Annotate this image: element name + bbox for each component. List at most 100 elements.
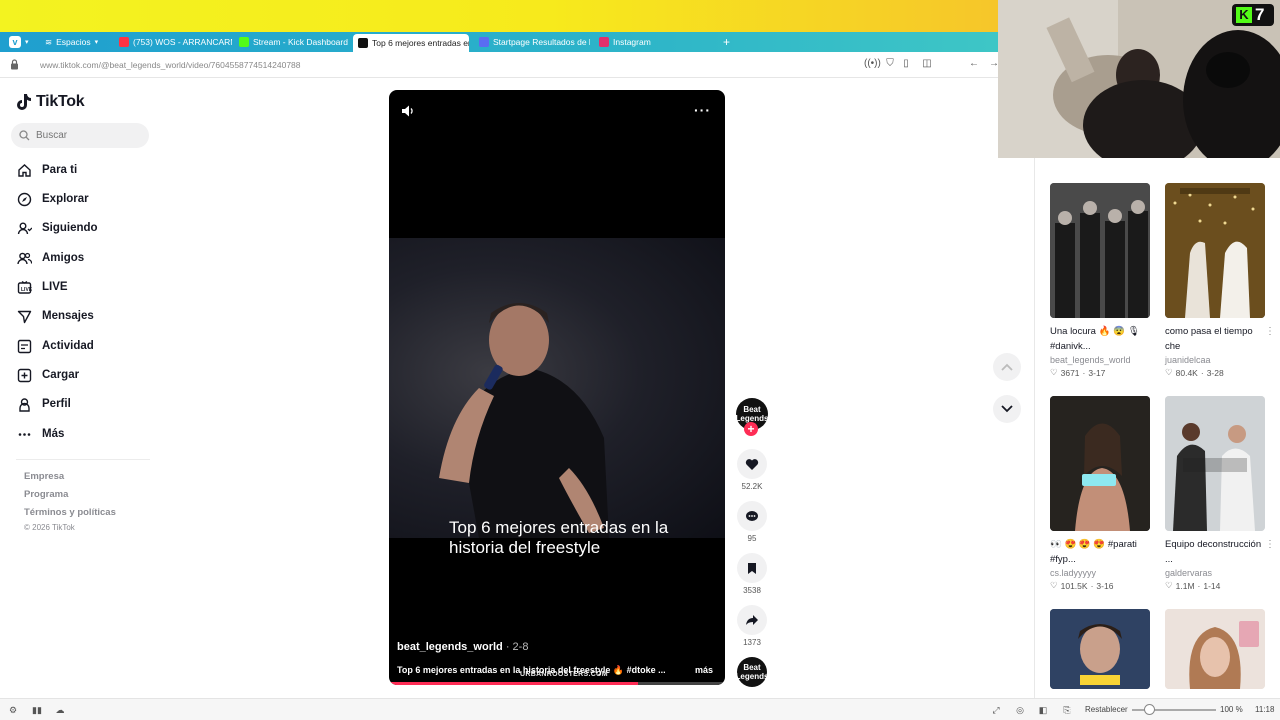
share-button[interactable] — [737, 605, 767, 635]
new-tab-button[interactable]: + — [718, 33, 735, 51]
zoom-slider-handle[interactable] — [1144, 704, 1155, 715]
search-input[interactable] — [36, 130, 136, 141]
sidebar-item-mas[interactable]: Más — [16, 424, 64, 444]
video-progress-bar[interactable] — [389, 682, 725, 685]
browser-status-bar: ⚙ ▮▮ ☁ ⤢ ◎ ◧ ⎘ Restablecer 100 % 11:18 — [0, 698, 1280, 720]
tiktok-note-icon — [17, 94, 31, 110]
capture-icon[interactable]: ⤢ — [990, 704, 1002, 716]
panel-icon[interactable]: ◫ — [921, 58, 933, 70]
card-likes: 1.1M — [1175, 580, 1195, 591]
following-icon — [16, 220, 32, 236]
svg-text:LIVE: LIVE — [21, 287, 32, 293]
sidebar-item-label: Actividad — [42, 340, 94, 352]
panel-divider — [1034, 158, 1035, 698]
card-title: Equipo deconstrucción ... — [1165, 539, 1262, 565]
like-button[interactable] — [737, 449, 767, 479]
save-count: 3538 — [743, 586, 761, 595]
author-name: beat_legends_world — [397, 641, 503, 653]
video-card[interactable]: Equipo deconstrucción ... galdervaras ♡ 1… — [1165, 396, 1275, 591]
comment-action[interactable]: 95 — [735, 501, 769, 543]
card-username[interactable]: juanidelcaa — [1165, 355, 1265, 365]
video-author[interactable]: beat_legends_world · 2-8 — [397, 641, 528, 653]
sidebar-item-amigos[interactable]: Amigos — [16, 248, 84, 268]
sidebar-item-cargar[interactable]: Cargar — [16, 365, 79, 385]
sidebar-item-label: Mensajes — [42, 310, 94, 322]
kick-viewer-badge: K 7 — [1232, 4, 1274, 26]
video-card[interactable]: como pasa el tiempo che juanidelcaa ♡ 80.… — [1165, 183, 1275, 378]
tab-instagram[interactable]: Instagram — [594, 33, 710, 51]
camera-icon[interactable]: ◎ — [1014, 704, 1026, 716]
shield-icon[interactable]: ⛉ — [884, 58, 896, 70]
video-thumbnail[interactable] — [1165, 183, 1265, 318]
card-title: Una locura 🔥 😨 🎙 #danivk... — [1050, 326, 1140, 352]
video-thumbnail[interactable] — [1050, 396, 1150, 531]
sidebar-item-siguiendo[interactable]: Siguiendo — [16, 218, 98, 238]
card-options-button[interactable]: ⋮ — [1265, 326, 1275, 337]
vivaldi-menu-button[interactable]: v ▾ — [4, 33, 34, 51]
card-date: 3-17 — [1088, 367, 1106, 378]
video-card[interactable] — [1050, 609, 1150, 689]
zoom-reset-button[interactable]: Restablecer — [1085, 705, 1128, 714]
comment-button[interactable] — [737, 501, 767, 531]
video-caption-overlay: Top 6 mejores entradas en la historia de… — [449, 518, 669, 557]
sidebar-item-actividad[interactable]: Actividad — [16, 336, 94, 356]
footer-link-empresa[interactable]: Empresa — [24, 471, 64, 482]
heart-outline-icon: ♡ — [1050, 367, 1058, 377]
save-button[interactable] — [737, 553, 767, 583]
video-card[interactable] — [1165, 609, 1265, 689]
video-player[interactable]: ··· Top 6 mejores entradas en la histori… — [389, 90, 725, 685]
video-thumbnail[interactable] — [1050, 183, 1150, 318]
share-action[interactable]: 1373 — [735, 605, 769, 647]
card-username[interactable]: beat_legends_world — [1050, 355, 1150, 365]
tab-kick-dashboard[interactable]: Stream - Kick Dashboard — [234, 33, 350, 51]
tab-startpage[interactable]: Startpage Resultados de b — [474, 33, 590, 51]
search-box[interactable] — [11, 123, 149, 148]
startpage-favicon-icon — [479, 37, 489, 47]
copyright: © 2026 TikTok — [24, 523, 75, 532]
save-action[interactable]: 3538 — [735, 553, 769, 595]
back-arrow-icon[interactable]: ← — [968, 58, 980, 70]
page-action-icon[interactable]: ⎘ — [1061, 704, 1073, 716]
sound-button[interactable] — [401, 104, 415, 123]
tile-icon[interactable]: ▮▮ — [31, 704, 43, 716]
card-title: 👀 😍 😍 😍 #parati #fyp... — [1050, 539, 1137, 565]
sound-avatar-button[interactable]: Beat Legends — [735, 657, 769, 687]
tab-youtube[interactable]: (753) WOS - ARRANCARM — [114, 33, 232, 51]
video-card[interactable]: 👀 😍 😍 😍 #parati #fyp... cs.ladyyyyy ♡ 101… — [1050, 396, 1150, 591]
broadcast-icon[interactable]: ((•)) — [864, 58, 881, 70]
tab-tiktok-active[interactable]: Top 6 mejores entradas en — [353, 34, 469, 52]
sidebar-item-explorar[interactable]: Explorar — [16, 189, 89, 209]
settings-icon[interactable]: ⚙ — [7, 704, 19, 716]
window-icon[interactable]: ◧ — [1037, 704, 1049, 716]
more-icon — [16, 426, 32, 442]
follow-plus-icon[interactable]: + — [744, 422, 758, 436]
more-button[interactable]: más — [695, 665, 713, 675]
card-options-button[interactable]: ⋮ — [1265, 539, 1275, 550]
footer-link-programa[interactable]: Programa — [24, 489, 68, 500]
separator: · — [1197, 580, 1201, 591]
tiktok-logo[interactable]: TikTok — [16, 93, 85, 111]
card-username[interactable]: galdervaras — [1165, 568, 1265, 578]
activity-icon — [16, 338, 32, 354]
next-video-button[interactable] — [993, 395, 1021, 423]
cloud-icon[interactable]: ☁ — [54, 704, 66, 716]
video-card[interactable]: Una locura 🔥 😨 🎙 #danivk... beat_legends… — [1050, 183, 1150, 378]
video-thumbnail[interactable] — [1165, 396, 1265, 531]
bookmark-icon[interactable]: ▯ — [900, 58, 912, 70]
video-thumbnail[interactable] — [1050, 609, 1150, 689]
video-thumbnail[interactable] — [1165, 609, 1265, 689]
sidebar-item-para-ti[interactable]: Para ti — [16, 160, 77, 180]
footer-link-terminos[interactable]: Términos y políticas — [24, 507, 116, 518]
zoom-level: 100 % — [1220, 705, 1243, 714]
sidebar-item-perfil[interactable]: Perfil — [16, 394, 71, 414]
video-options-button[interactable]: ··· — [694, 102, 711, 118]
creator-avatar-button[interactable]: Beat Legends + — [735, 398, 769, 436]
previous-video-button[interactable] — [993, 353, 1021, 381]
url-field[interactable]: www.tiktok.com/@beat_legends_world/video… — [40, 60, 301, 70]
card-username[interactable]: cs.ladyyyyy — [1050, 568, 1150, 578]
sidebar-item-live[interactable]: LIVE LIVE — [16, 277, 68, 297]
kick-logo-icon: K — [1236, 7, 1252, 23]
like-action[interactable]: 52.2K — [735, 449, 769, 491]
sidebar-item-mensajes[interactable]: Mensajes — [16, 306, 94, 326]
tab-espacios[interactable]: ≋ Espacios ▾ — [40, 33, 112, 51]
